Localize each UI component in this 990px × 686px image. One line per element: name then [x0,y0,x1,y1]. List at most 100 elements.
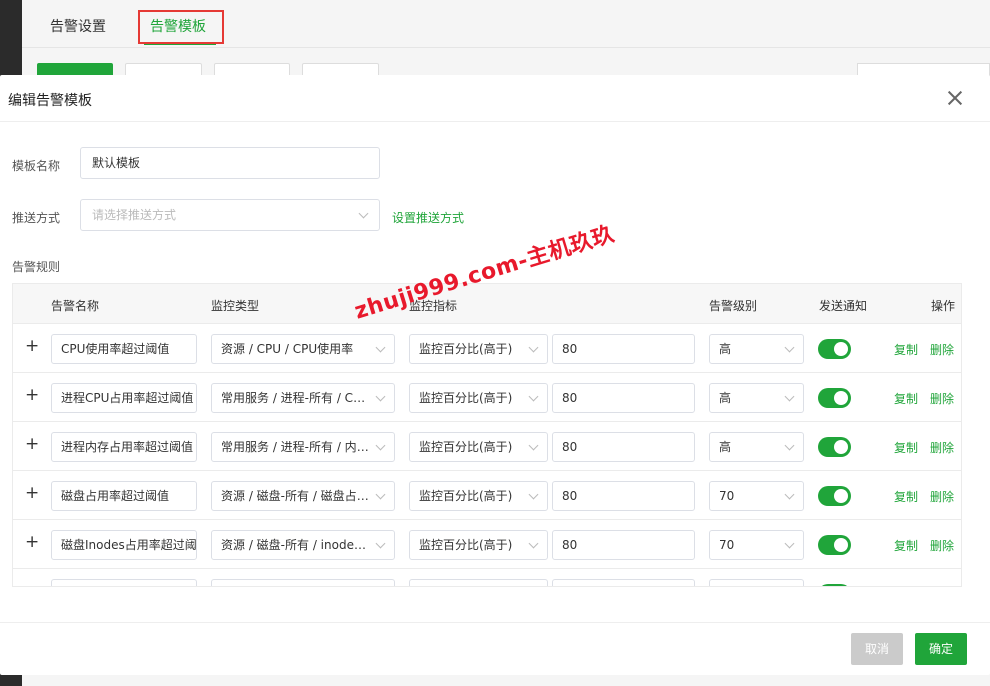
level-select[interactable]: 高 [709,334,804,364]
add-row-icon[interactable]: + [25,336,39,356]
table-header: 告警名称 监控类型 监控指标 告警级别 发送通知 操作 [13,284,961,324]
chevron-down-icon [784,538,795,549]
alert-name-input[interactable]: 磁盘占用率超过阈值 [51,481,197,511]
cancel-button[interactable]: 取消 [851,633,903,665]
chevron-down-icon [528,538,539,549]
level-value: 高 [719,391,732,405]
notify-toggle[interactable] [818,535,851,555]
toggle-knob [834,440,848,454]
delete-link[interactable]: 删除 [930,390,954,407]
chevron-down-icon [358,208,369,219]
delete-link[interactable]: 删除 [930,537,954,554]
metric-select[interactable]: 监控百分比(高于) [409,334,548,364]
level-select[interactable] [709,579,804,586]
monitor-type-select[interactable]: 常用服务 / 进程-所有 / CPU占用率 [211,383,395,413]
level-select[interactable]: 70 [709,481,804,511]
template-name-input[interactable]: 默认模板 [80,147,380,179]
delete-link[interactable]: 删除 [930,488,954,505]
table-row: + 进程内存占用率超过阈值 常用服务 / 进程-所有 / 内存占用率 监控百分比… [13,422,961,471]
alert-name-input[interactable]: 进程内存占用率超过阈值 [51,432,197,462]
metric-value: 监控百分比(高于) [419,391,513,405]
chevron-down-icon [784,440,795,451]
alert-name-input[interactable] [51,579,197,586]
table-row-partial [13,569,961,586]
copy-link[interactable]: 复制 [894,488,918,505]
col-alert-level: 告警级别 [709,299,758,313]
monitor-type-select[interactable] [211,579,395,586]
monitor-type-value: 资源 / 磁盘-所有 / inodes占用率 [221,538,395,552]
set-push-method-link[interactable]: 设置推送方式 [392,209,464,226]
close-icon[interactable] [946,89,964,107]
metric-value: 监控百分比(高于) [419,342,513,356]
alert-name-input[interactable]: CPU使用率超过阈值 [51,334,197,364]
add-row-icon[interactable]: + [25,532,39,552]
alert-name-input[interactable]: 磁盘Inodes占用率超过阈值 [51,530,197,560]
level-select[interactable]: 高 [709,432,804,462]
notify-toggle[interactable] [818,437,851,457]
level-value: 70 [719,489,735,503]
dialog-header: 编辑告警模板 [0,75,990,122]
chevron-down-icon [528,391,539,402]
threshold-input[interactable] [552,579,695,586]
add-row-icon[interactable]: + [25,434,39,454]
dialog-footer: 取消 确定 [0,622,990,675]
notify-toggle[interactable] [818,388,851,408]
notify-toggle[interactable] [818,584,851,586]
threshold-input[interactable]: 80 [552,530,695,560]
level-value: 高 [719,342,732,356]
alert-rules-label: 告警规则 [12,260,61,274]
metric-value: 监控百分比(高于) [419,489,513,503]
monitor-type-select[interactable]: 常用服务 / 进程-所有 / 内存占用率 [211,432,395,462]
monitor-type-select[interactable]: 资源 / CPU / CPU使用率 [211,334,395,364]
chevron-down-icon [375,342,386,353]
notify-toggle[interactable] [818,339,851,359]
chevron-down-icon [528,489,539,500]
push-method-select[interactable]: 请选择推送方式 [80,199,380,231]
push-method-label: 推送方式 [12,211,61,225]
table-row: + 磁盘Inodes占用率超过阈值 资源 / 磁盘-所有 / inodes占用率… [13,520,961,569]
metric-value: 监控百分比(高于) [419,538,513,552]
table-row: + CPU使用率超过阈值 资源 / CPU / CPU使用率 监控百分比(高于)… [13,324,961,373]
col-monitor-type: 监控类型 [211,299,260,313]
chevron-down-icon [528,342,539,353]
chevron-down-icon [784,342,795,353]
delete-link[interactable]: 删除 [930,439,954,456]
copy-link[interactable]: 复制 [894,390,918,407]
metric-select[interactable]: 监控百分比(高于) [409,432,548,462]
delete-link[interactable]: 删除 [930,341,954,358]
dialog-title: 编辑告警模板 [8,93,92,109]
metric-select[interactable] [409,579,548,586]
monitor-type-value: 常用服务 / 进程-所有 / CPU占用率 [221,391,395,405]
tab-alert-settings[interactable]: 告警设置 [50,16,106,36]
threshold-input[interactable]: 80 [552,432,695,462]
toggle-knob [834,342,848,356]
tab-highlight-box [138,10,224,44]
add-row-icon[interactable]: + [25,385,39,405]
edit-template-dialog: 编辑告警模板 模板名称 默认模板 推送方式 请选择推送方式 设置推送方式 告警规… [0,75,990,675]
threshold-input[interactable]: 80 [552,334,695,364]
tab-bar: 告警设置 告警模板 [22,0,990,48]
monitor-type-select[interactable]: 资源 / 磁盘-所有 / inodes占用率 [211,530,395,560]
confirm-button[interactable]: 确定 [915,633,967,665]
notify-toggle[interactable] [818,486,851,506]
level-select[interactable]: 高 [709,383,804,413]
monitor-type-select[interactable]: 资源 / 磁盘-所有 / 磁盘占用率 [211,481,395,511]
level-select[interactable]: 70 [709,530,804,560]
alert-rules-table: 告警名称 监控类型 监控指标 告警级别 发送通知 操作 + CPU使用率超过阈值… [12,283,962,587]
copy-link[interactable]: 复制 [894,341,918,358]
copy-link[interactable]: 复制 [894,537,918,554]
level-value: 70 [719,538,735,552]
alert-name-input[interactable]: 进程CPU占用率超过阈值 [51,383,197,413]
metric-select[interactable]: 监控百分比(高于) [409,530,548,560]
threshold-input[interactable]: 80 [552,383,695,413]
metric-select[interactable]: 监控百分比(高于) [409,481,548,511]
chevron-down-icon [784,489,795,500]
add-row-icon[interactable]: + [25,483,39,503]
threshold-input[interactable]: 80 [552,481,695,511]
monitor-type-value: 资源 / 磁盘-所有 / 磁盘占用率 [221,489,381,503]
table-row: + 磁盘占用率超过阈值 资源 / 磁盘-所有 / 磁盘占用率 监控百分比(高于)… [13,471,961,520]
col-send-notify: 发送通知 [819,299,868,313]
copy-link[interactable]: 复制 [894,439,918,456]
metric-value: 监控百分比(高于) [419,440,513,454]
metric-select[interactable]: 监控百分比(高于) [409,383,548,413]
